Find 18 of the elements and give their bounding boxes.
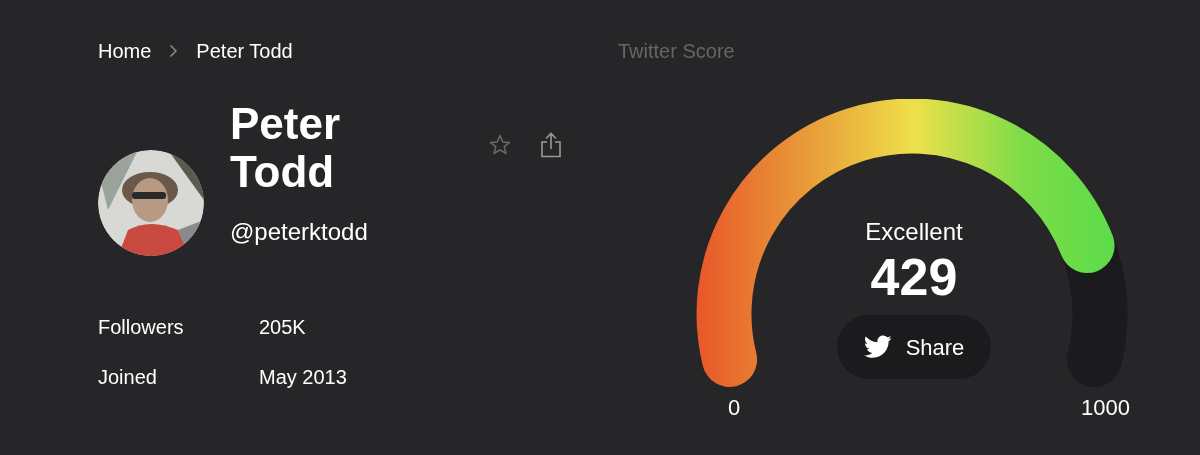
stat-value: 205K bbox=[259, 315, 306, 340]
gauge-min-label: 0 bbox=[728, 394, 741, 422]
stat-label: Followers bbox=[98, 315, 185, 340]
score-value: 429 bbox=[870, 249, 958, 305]
profile-name: Peter Todd bbox=[230, 100, 342, 196]
profile-handle: @peterktodd bbox=[230, 217, 369, 247]
breadcrumb-link[interactable]: Home bbox=[98, 36, 152, 66]
share-icon[interactable] bbox=[540, 132, 562, 158]
star-icon[interactable] bbox=[488, 133, 512, 157]
panel-title: Twitter Score bbox=[618, 39, 736, 64]
bird-icon bbox=[863, 335, 892, 359]
gauge-max-label: 1000 bbox=[1081, 394, 1130, 422]
chevron-icon bbox=[169, 44, 179, 58]
stat-value: May 2013 bbox=[259, 365, 347, 390]
score-rating: Excellent bbox=[865, 217, 963, 247]
breadcrumb-link[interactable]: Peter Todd bbox=[196, 36, 293, 66]
share-button[interactable]: Share bbox=[836, 315, 992, 379]
stat-label: Joined bbox=[98, 365, 158, 390]
